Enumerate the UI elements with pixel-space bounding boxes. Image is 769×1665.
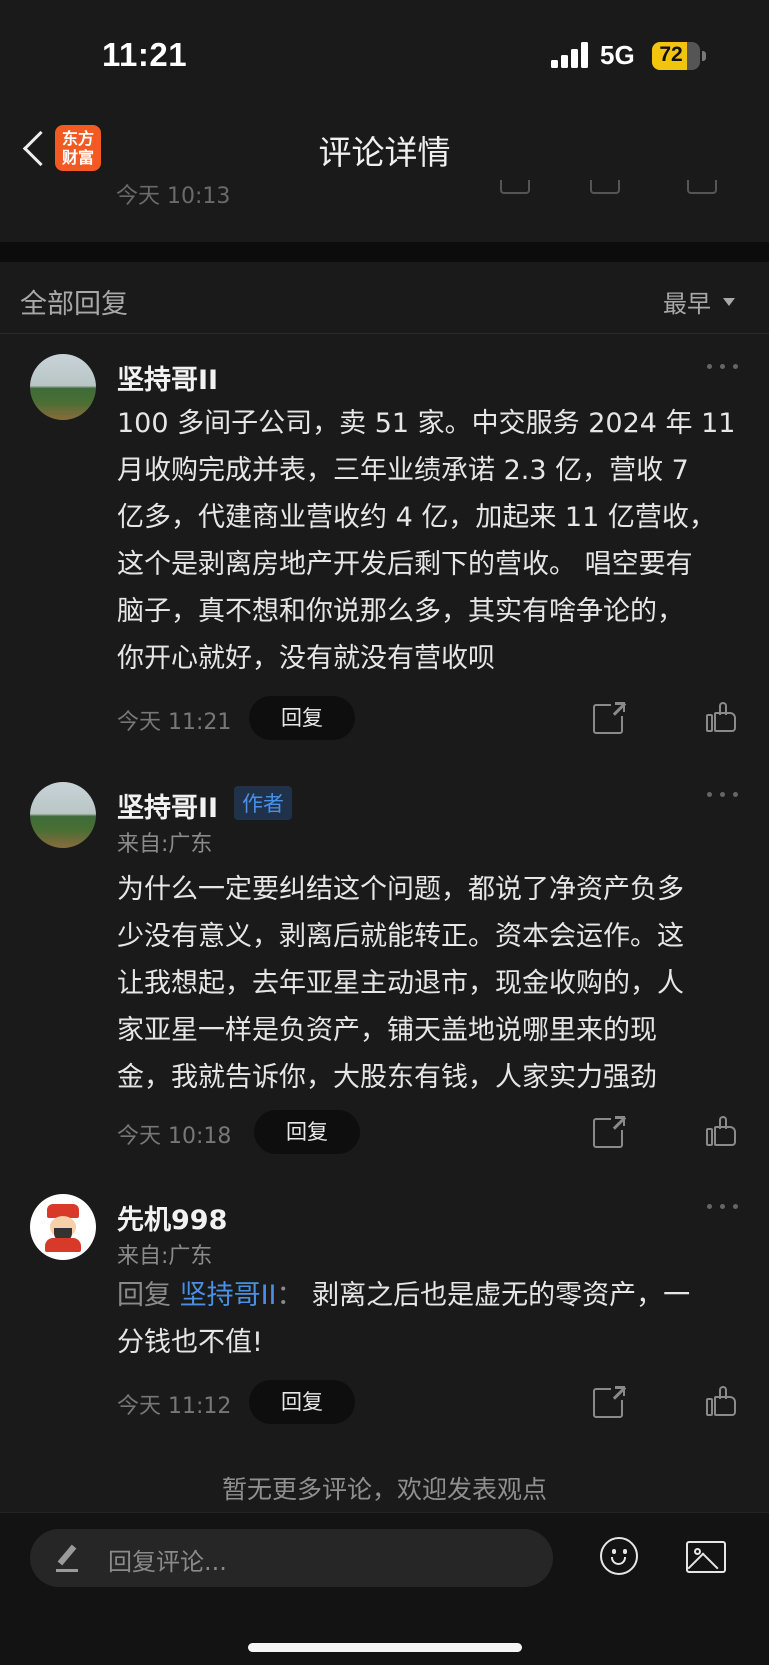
comment-line: 家亚星一样是负资产，铺天盖地说哪里来的现 xyxy=(117,1015,657,1046)
previous-comment-time: 今天 10:13 xyxy=(116,184,231,209)
no-more-comments-note: 暂无更多评论，欢迎发表观点 xyxy=(221,1475,547,1504)
replies-header: 全部回复 最早 xyxy=(0,262,769,334)
comment-icon[interactable] xyxy=(590,180,620,194)
network-label: 5G xyxy=(600,40,635,70)
like-icon[interactable] xyxy=(706,702,738,734)
comment-location: 来自:广东 xyxy=(117,1244,213,1269)
comment-line: 你开心就好，没有就没有营收呗 xyxy=(117,643,495,674)
share-icon[interactable] xyxy=(593,1386,626,1418)
like-icon[interactable] xyxy=(706,1116,738,1148)
reply-button[interactable]: 回复 xyxy=(249,1380,355,1424)
status-bar: 11:21 5G 72 xyxy=(0,0,769,110)
comment-text: 100 多间子公司，卖 51 家。中交服务 2024 年 11 月收购完成并表，… xyxy=(117,400,739,682)
avatar[interactable] xyxy=(30,354,96,420)
avatar[interactable] xyxy=(30,1194,96,1260)
comment-text: 回复 坚持哥II： 剥离之后也是虚无的零资产，一 分钱也不值! xyxy=(117,1272,739,1366)
share-icon[interactable] xyxy=(593,1116,626,1148)
battery-icon: 72 xyxy=(652,42,700,70)
previous-comment-footer: 今天 10:13 xyxy=(0,180,769,242)
home-indicator[interactable] xyxy=(248,1643,522,1652)
comment-username[interactable]: 坚持哥II xyxy=(117,786,218,825)
reply-text: 剥离之后也是虚无的零资产，一 xyxy=(312,1280,691,1311)
reply-input[interactable]: 回复评论... xyxy=(30,1529,553,1587)
comment-time: 今天 11:12 xyxy=(117,1394,232,1419)
comment-time: 今天 11:21 xyxy=(117,710,232,735)
battery-tip xyxy=(702,51,706,61)
comment-line: 月收购完成并表，三年业绩承诺 2.3 亿，营收 7 xyxy=(117,455,689,486)
share-icon[interactable] xyxy=(500,180,530,194)
avatar[interactable] xyxy=(30,782,96,848)
comment-line: 金，我就告诉你，大股东有钱，人家实力强劲 xyxy=(117,1062,657,1093)
status-time: 11:21 xyxy=(102,36,188,73)
comment-time: 今天 10:18 xyxy=(117,1124,232,1149)
comment-line: 让我想起，去年亚星主动退市，现金收购的，人 xyxy=(117,968,684,999)
sort-dropdown[interactable]: 最早 xyxy=(663,284,711,319)
more-options-icon[interactable] xyxy=(707,364,739,372)
signal-icon xyxy=(551,42,591,68)
comment-text: 为什么一定要纠结这个问题，都说了净资产负多 少没有意义，剥离后就能转正。资本会运… xyxy=(117,866,739,1101)
comment-line: 为什么一定要纠结这个问题，都说了净资产负多 xyxy=(117,874,684,905)
section-divider xyxy=(0,242,769,262)
comment-location: 来自:广东 xyxy=(117,832,213,857)
author-badge: 作者 xyxy=(234,786,292,820)
share-icon[interactable] xyxy=(593,702,626,734)
comment-line: 回复 坚持哥II： 剥离之后也是虚无的零资产，一 xyxy=(117,1272,739,1319)
comment-line: 100 多间子公司，卖 51 家。中交服务 2024 年 11 xyxy=(117,408,736,439)
reply-button[interactable]: 回复 xyxy=(254,1110,360,1154)
battery-level: 72 xyxy=(659,43,683,66)
like-icon[interactable] xyxy=(687,180,717,194)
comment-line: 少没有意义，剥离后就能转正。资本会运作。这 xyxy=(117,921,684,952)
comment-username[interactable]: 坚持哥II xyxy=(117,358,218,397)
replies-title: 全部回复 xyxy=(20,289,128,320)
reply-to-user-link[interactable]: 坚持哥II xyxy=(180,1280,277,1311)
reply-prefix: 回复 xyxy=(117,1280,171,1311)
reply-button[interactable]: 回复 xyxy=(249,696,355,740)
reply-separator: ： xyxy=(276,1280,304,1311)
comment-line: 分钱也不值! xyxy=(117,1327,263,1358)
page-title: 评论详情 xyxy=(318,133,451,172)
comment-username[interactable]: 先机998 xyxy=(117,1198,227,1237)
chevron-down-icon[interactable] xyxy=(723,298,735,306)
more-options-icon[interactable] xyxy=(707,792,739,800)
comment-line: 这个是剥离房地产开发后剩下的营收。 唱空要有 xyxy=(117,549,693,580)
comment-line: 脑子，真不想和你说那么多，其实有啥争论的， xyxy=(117,596,684,627)
image-icon[interactable] xyxy=(686,1541,726,1573)
pencil-icon xyxy=(56,1544,82,1572)
more-options-icon[interactable] xyxy=(707,1204,739,1212)
bottom-bar: 回复评论... xyxy=(0,1512,769,1665)
emoji-icon[interactable] xyxy=(600,1537,638,1575)
comment-line: 亿多，代建商业营收约 4 亿，加起来 11 亿营收， xyxy=(117,502,716,533)
fortune-god-icon xyxy=(45,1204,81,1252)
reply-input-placeholder: 回复评论... xyxy=(108,1548,227,1576)
like-icon[interactable] xyxy=(706,1386,738,1418)
